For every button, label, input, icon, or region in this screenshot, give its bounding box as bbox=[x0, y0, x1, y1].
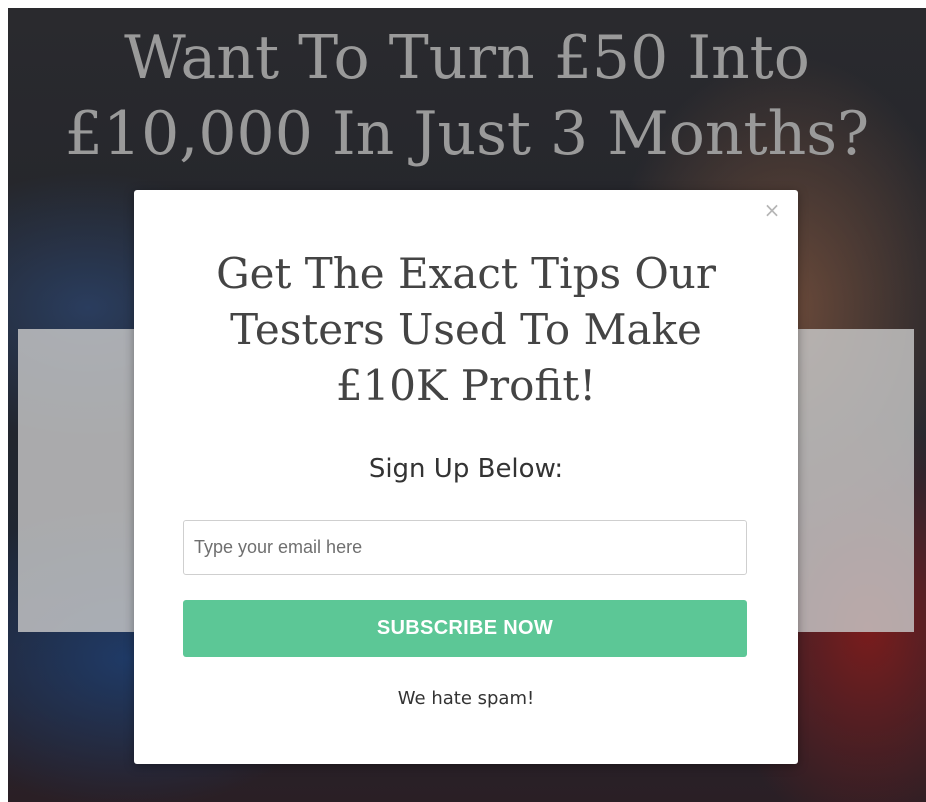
signup-modal: × Get The Exact Tips Our Testers Used To… bbox=[134, 190, 798, 764]
hero-title-line-1: Want To Turn £50 Into bbox=[124, 23, 810, 93]
modal-subheadline: Sign Up Below: bbox=[368, 454, 564, 484]
page: Want To Turn £50 Into £10,000 In Just 3 … bbox=[0, 0, 926, 802]
modal-headline-line-1: Get The Exact Tips Our bbox=[216, 249, 716, 298]
modal-headline: Get The Exact Tips Our Testers Used To M… bbox=[154, 246, 778, 414]
hero-title-line-2: £10,000 In Just 3 Months? bbox=[64, 99, 870, 169]
hero-title: Want To Turn £50 Into £10,000 In Just 3 … bbox=[8, 20, 926, 172]
spam-note: We hate spam! bbox=[397, 688, 535, 709]
modal-headline-line-2: Testers Used To Make bbox=[230, 305, 702, 354]
modal-headline-line-3: £10K Profit! bbox=[335, 361, 597, 410]
subscribe-button[interactable]: SUBSCRIBE NOW bbox=[183, 600, 747, 657]
email-input[interactable] bbox=[183, 520, 747, 575]
close-icon[interactable]: × bbox=[762, 200, 782, 220]
